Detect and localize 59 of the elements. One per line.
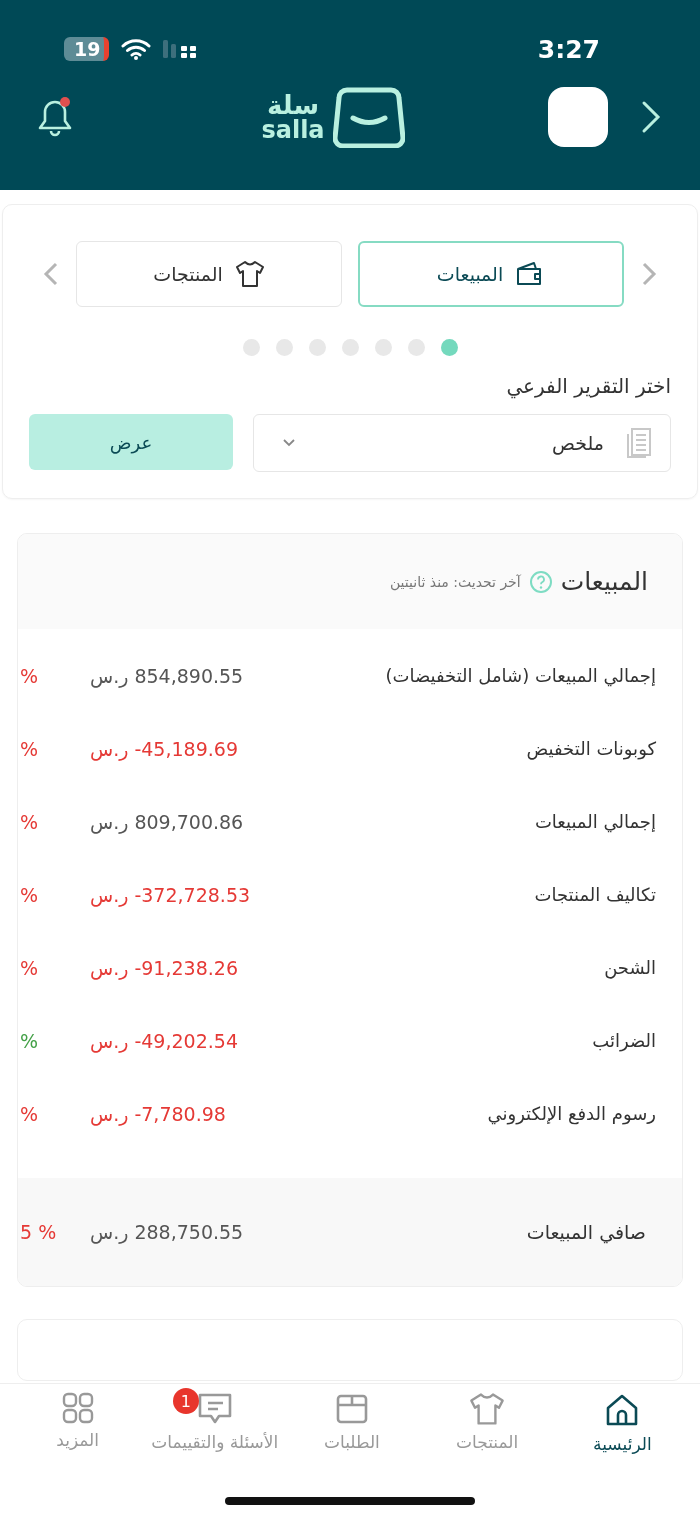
shirt-icon (234, 260, 265, 288)
status-time: 3:27 (537, 34, 600, 64)
last-updated-text: آخر تحديث: منذ ثانيتين (389, 573, 521, 590)
currency-text: ر.س (90, 1102, 129, 1125)
percent-text: % (19, 737, 40, 760)
box-icon (334, 1392, 369, 1426)
chevron-right-icon[interactable] (640, 100, 662, 134)
currency-text: ر.س (90, 1029, 129, 1052)
row-label: كوبونات التخفيض (525, 738, 656, 759)
amount-text: -7,780.98 (134, 1102, 226, 1125)
notification-badge: 1 (172, 1388, 199, 1414)
wifi-icon (121, 38, 152, 60)
row-label: الضرائب (591, 1030, 656, 1051)
percent-text: % (19, 883, 40, 906)
amount-text: -91,238.26 (134, 956, 238, 979)
currency-text: ر.س (90, 956, 129, 979)
row-label: الشحن (603, 957, 656, 978)
percent-text: % (19, 1102, 40, 1125)
row-label: إجمالي المبيعات (533, 811, 656, 832)
report-tab[interactable]: المبيعات (358, 241, 624, 307)
subreport-dropdown[interactable]: ملخص (253, 414, 671, 472)
show-button[interactable]: عرض (29, 414, 233, 470)
logo-text: salla (261, 118, 325, 142)
row-label: إجمالي المبيعات (شامل التخفيضات) (384, 665, 656, 686)
row-label: رسوم الدفع الإلكتروني (486, 1103, 656, 1124)
amount-text: -45,189.69 (134, 737, 238, 760)
store-avatar[interactable] (548, 87, 608, 147)
grid-icon (61, 1392, 94, 1424)
subreport-label: اختر التقرير الفرعي (505, 374, 671, 398)
chat-icon (196, 1392, 233, 1426)
percent-text: % (19, 956, 40, 979)
help-icon[interactable] (528, 569, 553, 594)
percent-text: % (19, 1029, 40, 1052)
currency-text: ر.س (90, 664, 129, 687)
currency-text: ر.س (90, 1221, 129, 1243)
document-icon (624, 427, 654, 459)
currency-text: ر.س (90, 737, 129, 760)
percent-text: % (19, 664, 40, 687)
logo-arabic-text: سلة (267, 92, 319, 118)
amount-text: 809,700.86 (134, 810, 244, 833)
amount-text: -372,728.53 (134, 883, 251, 906)
shirt-icon (469, 1392, 506, 1426)
total-label: صافي المبيعات (525, 1221, 646, 1243)
report-tab[interactable]: المنتجات (76, 241, 342, 307)
amount-text: -49,202.54 (134, 1029, 238, 1052)
pager-dot[interactable] (440, 339, 458, 356)
card-title: المبيعات (560, 567, 648, 596)
chevron-left-icon[interactable] (42, 261, 60, 287)
bag-logo-icon (332, 86, 405, 148)
amount-text: 288,750.55 (134, 1221, 244, 1243)
percent-text: 5 % (19, 1221, 58, 1243)
currency-text: ر.س (90, 810, 129, 833)
nav-tab[interactable]: الرئيسية (554, 1384, 690, 1464)
currency-text: ر.س (90, 883, 129, 906)
amount-text: 854,890.55 (134, 664, 244, 687)
caret-icon (282, 438, 296, 448)
battery-level: 19 (64, 37, 110, 61)
row-label: تكاليف المنتجات (533, 884, 656, 905)
percent-text: % (19, 810, 40, 833)
